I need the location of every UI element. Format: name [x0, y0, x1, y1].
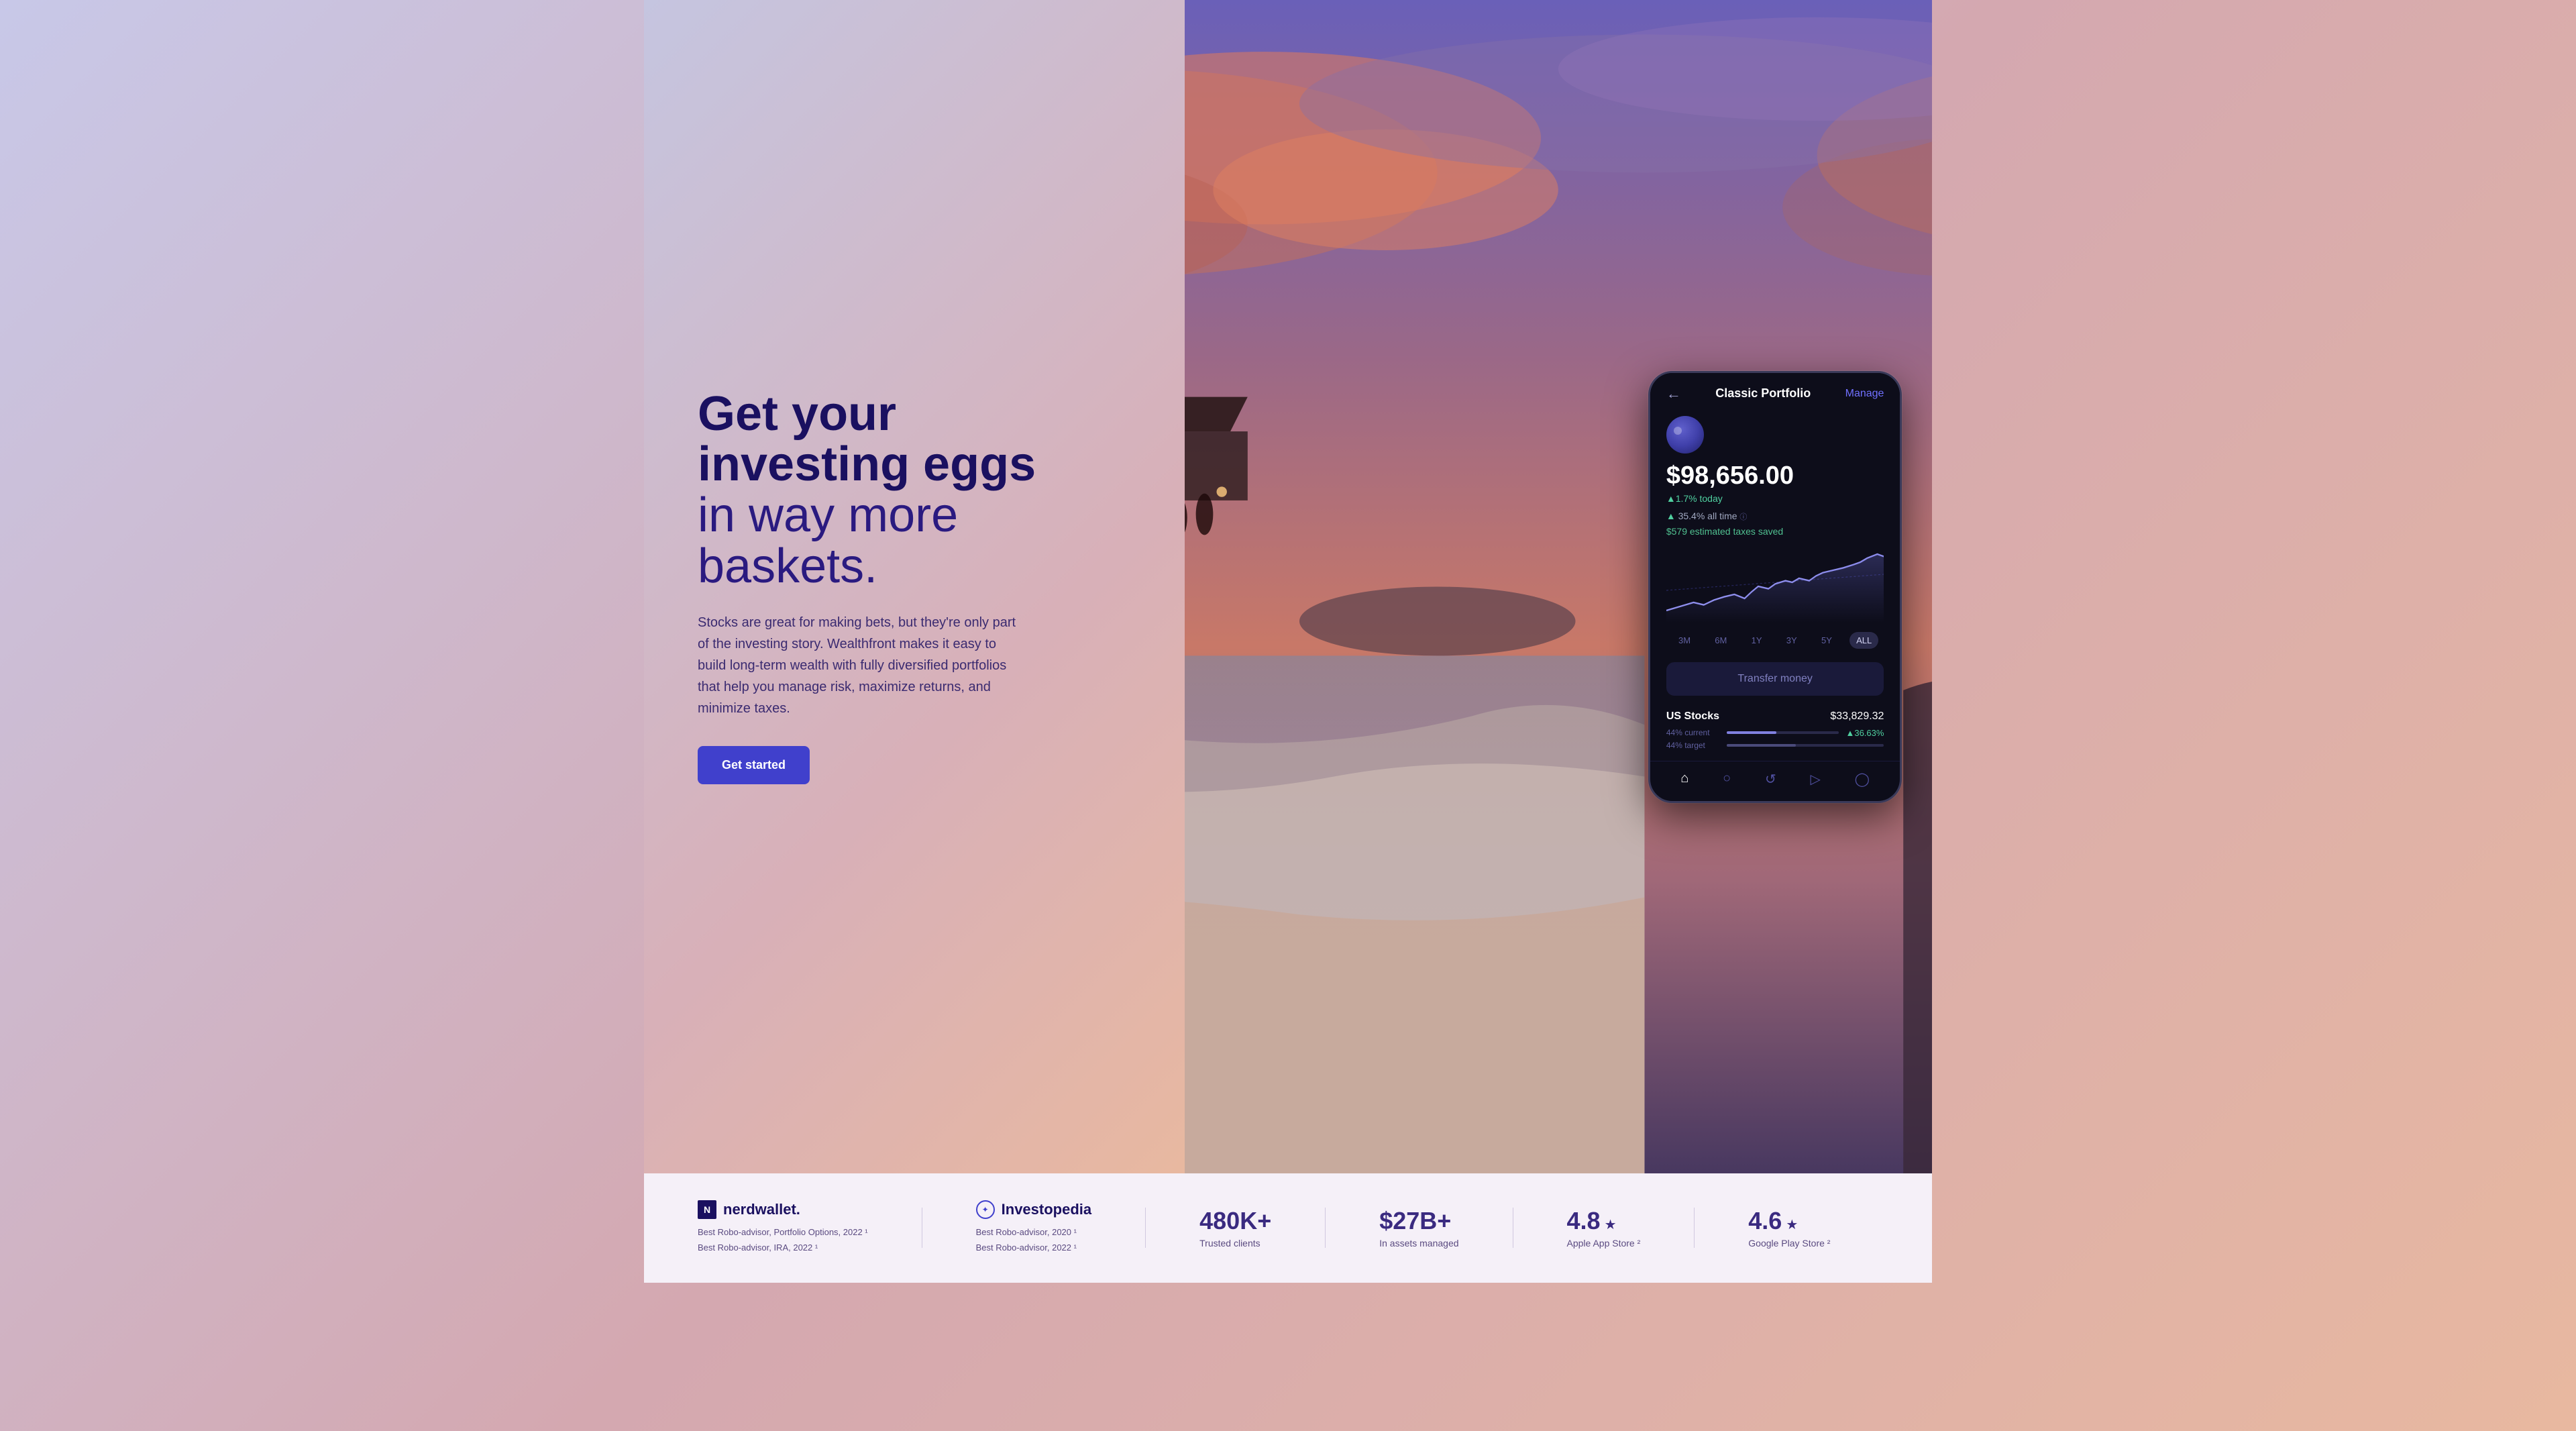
- time-range-selector: 3M 6M 1Y 3Y 5Y ALL: [1650, 625, 1900, 655]
- transfer-money-button[interactable]: Transfer money: [1666, 662, 1884, 696]
- nerdwallet-award-2: Best Robo-advisor, IRA, 2022 ¹: [698, 1240, 868, 1255]
- hero-headline: Get your investing eggs in way more bask…: [698, 389, 1144, 592]
- time-btn-5y[interactable]: 5Y: [1815, 632, 1839, 649]
- nav-send-icon[interactable]: ▷: [1810, 771, 1820, 788]
- stat-clients: 480K+ Trusted clients: [1199, 1207, 1271, 1249]
- investopedia-award-1: Best Robo-advisor, 2020 ¹: [976, 1224, 1091, 1240]
- portfolio-taxes: $579 estimated taxes saved: [1650, 525, 1900, 542]
- holding-target-fill: [1727, 744, 1796, 747]
- today-change-text: ▲1.7% today: [1666, 493, 1723, 504]
- headline-line2: investing eggs: [698, 437, 1036, 491]
- phone-mockup: ← Classic Portfolio Manage $98,656.00 ▲1…: [1648, 371, 1902, 803]
- time-btn-1y[interactable]: 1Y: [1745, 632, 1769, 649]
- google-rating-number: 4.6: [1748, 1207, 1782, 1235]
- apple-star-icon: ★: [1605, 1216, 1617, 1233]
- all-time-positive: ▲: [1666, 511, 1676, 521]
- holding-row-us-stocks: US Stocks $33,829.32 44% current: [1650, 702, 1900, 754]
- time-btn-3y[interactable]: 3Y: [1780, 632, 1804, 649]
- holding-bars: 44% current ▲36.63% 44% target: [1666, 728, 1884, 750]
- nerdwallet-proof: N nerdwallet. Best Robo-advisor, Portfol…: [698, 1200, 868, 1256]
- investopedia-proof: ✦ Investopedia Best Robo-advisor, 2020 ¹…: [976, 1200, 1091, 1256]
- holding-top: US Stocks $33,829.32: [1666, 710, 1884, 723]
- holding-current-label: 44% current: [1666, 728, 1720, 737]
- phone-bottom-nav: ⌂ ○ ↺ ▷ ◯: [1650, 761, 1900, 801]
- time-btn-6m[interactable]: 6M: [1708, 632, 1733, 649]
- holding-target-track: [1727, 744, 1884, 747]
- nav-home-icon[interactable]: ⌂: [1680, 771, 1688, 788]
- chart-area: [1650, 542, 1900, 623]
- nerdwallet-awards: Best Robo-advisor, Portfolio Options, 20…: [698, 1224, 868, 1256]
- phone-title: Classic Portfolio: [1715, 386, 1811, 401]
- hero-right: ← Classic Portfolio Manage $98,656.00 ▲1…: [1185, 0, 1932, 1173]
- google-star-icon: ★: [1786, 1216, 1798, 1233]
- holding-name: US Stocks: [1666, 710, 1719, 723]
- investopedia-awards: Best Robo-advisor, 2020 ¹ Best Robo-advi…: [976, 1224, 1091, 1256]
- stat-assets: $27B+ In assets managed: [1379, 1207, 1458, 1249]
- divider-5: [1694, 1208, 1695, 1248]
- headline-line1: Get your: [698, 387, 896, 441]
- nerdwallet-name: nerdwallet.: [723, 1201, 800, 1218]
- social-proof-section: N nerdwallet. Best Robo-advisor, Portfol…: [644, 1173, 1932, 1283]
- nerdwallet-icon: N: [698, 1200, 716, 1219]
- holding-value: $33,829.32: [1830, 710, 1884, 723]
- apple-rating-number: 4.8: [1567, 1207, 1601, 1235]
- phone-avatar: [1666, 416, 1704, 454]
- holding-target-label: 44% target: [1666, 741, 1720, 750]
- hero-left: Get your investing eggs in way more bask…: [644, 0, 1185, 1173]
- time-btn-all[interactable]: ALL: [1849, 632, 1878, 649]
- phone-manage-button[interactable]: Manage: [1845, 388, 1884, 400]
- stat-apple: 4.8 ★ Apple App Store ²: [1567, 1207, 1641, 1249]
- holding-bar-target-row: 44% target: [1666, 741, 1884, 750]
- holding-current-track: [1727, 731, 1839, 734]
- hero-section: Get your investing eggs in way more bask…: [644, 0, 1932, 1173]
- page-wrapper: Get your investing eggs in way more bask…: [644, 0, 1932, 1283]
- investopedia-logo-row: ✦ Investopedia: [976, 1200, 1091, 1219]
- nav-transfer-icon[interactable]: ↺: [1765, 771, 1776, 788]
- phone-container: ← Classic Portfolio Manage $98,656.00 ▲1…: [1648, 35, 1902, 1138]
- headline-line3: in way more: [698, 488, 958, 542]
- investopedia-icon: ✦: [976, 1200, 995, 1219]
- portfolio-value: $98,656.00: [1650, 462, 1900, 493]
- time-btn-3m[interactable]: 3M: [1672, 632, 1697, 649]
- assets-label: In assets managed: [1379, 1238, 1458, 1249]
- investopedia-award-2: Best Robo-advisor, 2022 ¹: [976, 1240, 1091, 1255]
- info-icon[interactable]: ⓘ: [1739, 513, 1747, 521]
- all-time-value: 35.4% all time: [1678, 511, 1737, 521]
- portfolio-today: ▲1.7% today: [1650, 493, 1900, 508]
- clients-number: 480K+: [1199, 1207, 1271, 1235]
- apple-rating-row: 4.8 ★: [1567, 1207, 1641, 1238]
- clients-label: Trusted clients: [1199, 1238, 1271, 1249]
- investopedia-name: Investopedia: [1002, 1201, 1091, 1218]
- holding-change: ▲36.63%: [1845, 728, 1884, 738]
- stat-google: 4.6 ★ Google Play Store ²: [1748, 1207, 1830, 1249]
- divider-3: [1325, 1208, 1326, 1248]
- divider-2: [1145, 1208, 1146, 1248]
- holding-current-fill: [1727, 731, 1776, 734]
- portfolio-chart: [1666, 542, 1884, 623]
- assets-number: $27B+: [1379, 1207, 1458, 1235]
- get-started-button[interactable]: Get started: [698, 746, 810, 784]
- phone-back-button[interactable]: ←: [1666, 385, 1681, 403]
- portfolio-all-time: ▲ 35.4% all time ⓘ: [1650, 508, 1900, 525]
- nav-profile-icon[interactable]: ◯: [1855, 771, 1870, 788]
- google-rating-label: Google Play Store ²: [1748, 1238, 1830, 1249]
- headline-line4: baskets.: [698, 539, 877, 593]
- hero-description: Stocks are great for making bets, but th…: [698, 612, 1020, 719]
- phone-header: ← Classic Portfolio Manage: [1650, 373, 1900, 411]
- nerdwallet-award-1: Best Robo-advisor, Portfolio Options, 20…: [698, 1224, 868, 1240]
- google-rating-row: 4.6 ★: [1748, 1207, 1830, 1238]
- nav-search-icon[interactable]: ○: [1723, 771, 1731, 788]
- holding-bar-current-row: 44% current ▲36.63%: [1666, 728, 1884, 738]
- nerdwallet-logo-row: N nerdwallet.: [698, 1200, 868, 1219]
- apple-rating-label: Apple App Store ²: [1567, 1238, 1641, 1249]
